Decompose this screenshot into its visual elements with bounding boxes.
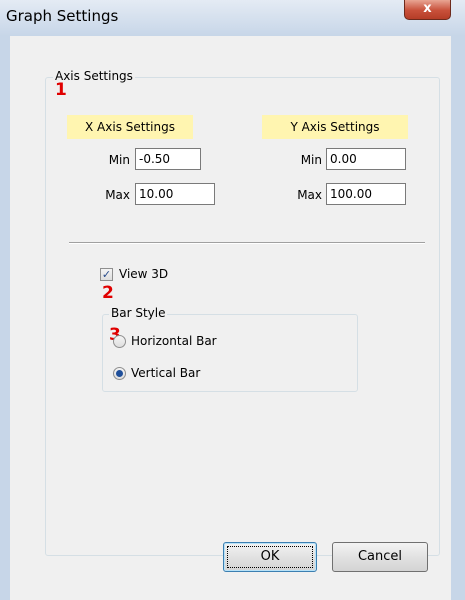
cancel-label: Cancel — [357, 549, 403, 564]
y-min-label: Min — [300, 153, 322, 167]
separator — [69, 242, 425, 244]
window-border-left — [0, 36, 10, 600]
x-max-label: Max — [105, 188, 130, 202]
close-button[interactable]: x — [404, 0, 451, 20]
window-border-right — [451, 36, 465, 600]
view-3d-checkbox[interactable]: ✓ — [100, 268, 113, 281]
horizontal-bar-radio[interactable] — [113, 335, 126, 348]
marker-2: 2 — [102, 283, 114, 303]
bar-style-group — [102, 314, 358, 392]
title-bar[interactable]: Graph Settings x — [0, 0, 465, 36]
dialog-client-area: Axis Settings 1 X Axis Settings Min Max … — [10, 36, 451, 600]
cancel-button[interactable]: Cancel — [332, 542, 428, 572]
horizontal-bar-label: Horizontal Bar — [131, 334, 217, 348]
y-min-field[interactable] — [326, 148, 406, 170]
x-axis-header: X Axis Settings — [67, 115, 193, 139]
check-icon: ✓ — [101, 268, 112, 281]
x-min-label: Min — [108, 153, 130, 167]
marker-1: 1 — [55, 80, 67, 100]
focus-rectangle — [227, 546, 313, 568]
y-max-field[interactable] — [326, 183, 406, 205]
y-max-label: Max — [297, 188, 322, 202]
y-axis-header: Y Axis Settings — [262, 115, 408, 139]
vertical-bar-label: Vertical Bar — [131, 366, 201, 380]
view-3d-label: View 3D — [119, 267, 169, 281]
ok-button[interactable]: OK — [223, 542, 317, 572]
vertical-bar-radio[interactable] — [113, 367, 126, 380]
bar-style-legend: Bar Style — [109, 306, 168, 320]
x-min-field[interactable] — [135, 148, 201, 170]
close-icon: x — [423, 1, 432, 16]
window-title: Graph Settings — [6, 7, 119, 25]
x-max-field[interactable] — [135, 183, 215, 205]
